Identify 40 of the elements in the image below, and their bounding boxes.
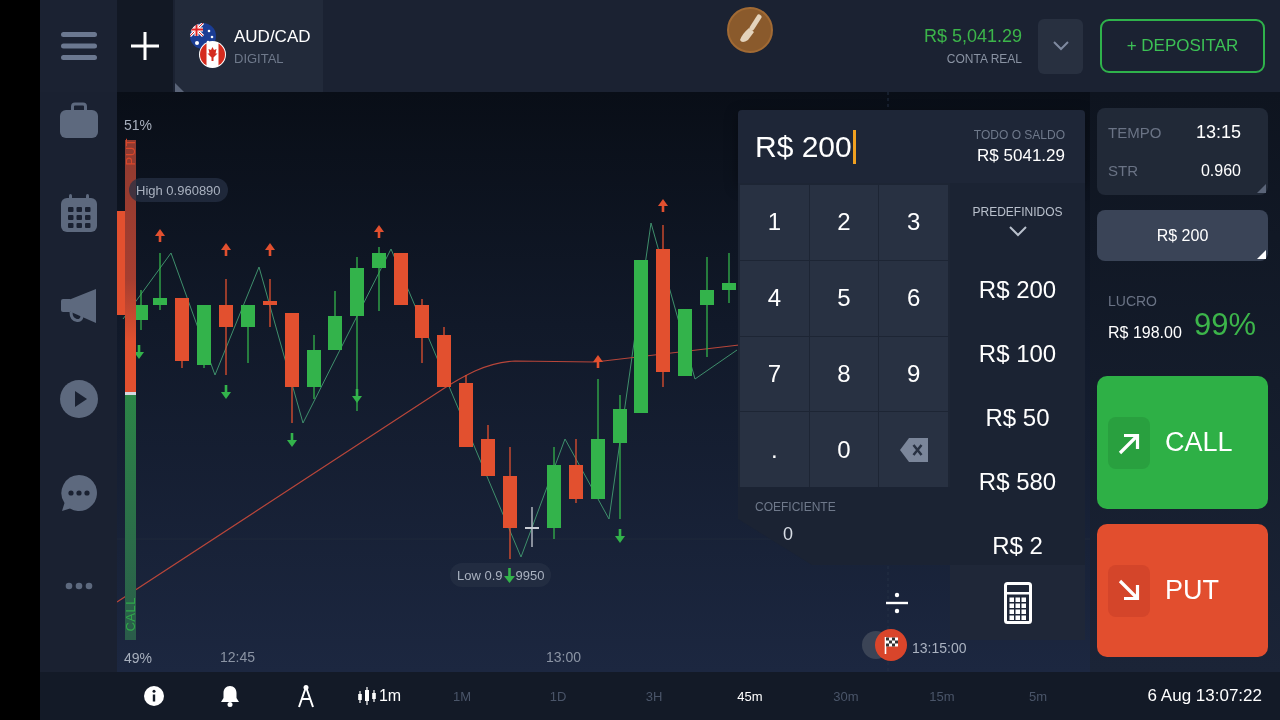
more-icon[interactable] [64, 582, 93, 590]
arrow-up-right-icon [1108, 416, 1150, 469]
bell-icon[interactable] [220, 685, 240, 707]
strike-label: STR [1108, 162, 1138, 179]
paintbrush-icon[interactable] [727, 7, 773, 53]
profit-label: LUCRO [1108, 292, 1158, 310]
asset-type-label: DIGITAL [234, 51, 285, 67]
candlestick-icon [356, 686, 377, 706]
asset-name: AUD/CAD [234, 27, 311, 47]
amount-field[interactable]: R$ 200 [1097, 210, 1268, 261]
plus-icon [131, 32, 159, 60]
add-asset-button[interactable] [117, 0, 173, 92]
chart-type-button[interactable]: 1m [344, 686, 414, 706]
expiry-label: TEMPO [1108, 124, 1162, 141]
put-button[interactable]: PUT [1097, 524, 1268, 657]
megaphone-icon[interactable] [59, 288, 98, 324]
balance-amount: R$ 5,041.29 [923, 25, 1022, 46]
menu-icon[interactable] [60, 32, 97, 60]
info-icon[interactable] [144, 686, 164, 706]
account-type-label: CONTA REAL [946, 51, 1022, 67]
canadian-flag-icon [199, 41, 226, 68]
strike-value: 0.960 [1200, 161, 1241, 180]
calendar-icon[interactable] [60, 194, 97, 232]
briefcase-icon[interactable] [58, 102, 99, 138]
corner-triangle-icon [1257, 184, 1266, 193]
chevron-down-icon [1052, 41, 1069, 51]
profit-percent: 99% [1193, 307, 1256, 343]
compass-icon[interactable] [297, 684, 315, 708]
timeframe-tab[interactable]: 45m [702, 684, 798, 708]
play-icon[interactable] [59, 380, 98, 418]
chat-icon[interactable] [59, 474, 98, 512]
profit-value: R$ 198.00 [1108, 323, 1183, 343]
arrow-down-right-icon [1108, 564, 1150, 617]
corner-triangle-icon [1257, 250, 1266, 259]
deposit-button[interactable]: + DEPOSITAR [1100, 19, 1265, 73]
expiry-value: 13:15 [1195, 122, 1241, 143]
date-time: 6 Aug 13:07:22 [1147, 686, 1262, 706]
asset-tab[interactable]: AUD/CAD DIGITAL [175, 0, 323, 92]
corner-triangle-icon [175, 83, 184, 92]
expiry-strike-card[interactable]: TEMPO 13:15 STR 0.960 [1097, 108, 1268, 195]
